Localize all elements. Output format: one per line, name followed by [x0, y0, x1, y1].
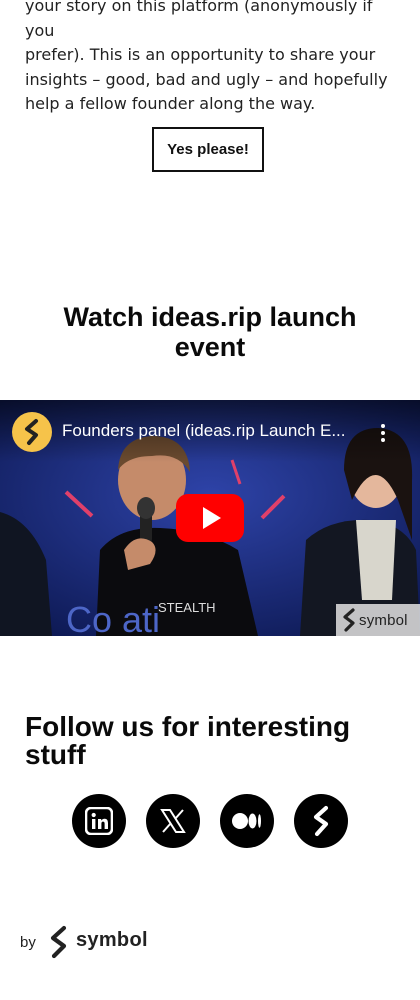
linkedin-link[interactable] [72, 794, 126, 848]
intro-line: prefer). This is an opportunity to share… [25, 45, 376, 64]
video-embed[interactable]: STEALTH Co ati Founders panel (ideas.rip… [0, 400, 420, 636]
symbol-logo-icon [25, 419, 38, 445]
social-links [72, 794, 352, 848]
video-title[interactable]: Founders panel (ideas.rip Launch E... [62, 421, 362, 441]
video-watermark: symbol [336, 604, 420, 636]
play-icon [203, 507, 221, 529]
linkedin-icon [85, 807, 113, 835]
footer-credit[interactable]: by symbol [20, 924, 220, 964]
shirt-text: STEALTH [158, 600, 216, 615]
symbol-logo-icon [50, 925, 67, 959]
footer-brand-text: symbol [76, 929, 148, 951]
medium-link[interactable] [220, 794, 274, 848]
follow-section-title: Follow us for interesting stuff [25, 711, 351, 770]
intro-line: help a fellow founder along the way. [25, 94, 316, 113]
play-button[interactable] [176, 494, 244, 542]
symbol-icon [313, 805, 329, 837]
channel-logo[interactable] [12, 412, 52, 452]
x-link[interactable] [146, 794, 200, 848]
footer-by-text: by [20, 934, 36, 951]
watch-section-title: Watch ideas.rip launch event [63, 302, 357, 362]
symbol-link[interactable] [294, 794, 348, 848]
medium-icon [232, 813, 261, 829]
intro-paragraph: your story on this platform (anonymously… [25, 0, 400, 123]
backdrop-text: Co ati [66, 599, 160, 636]
x-icon [160, 809, 186, 833]
intro-line: your story on this platform (anonymously… [25, 0, 373, 40]
symbol-logo-icon [343, 608, 355, 632]
more-options-icon[interactable] [377, 424, 389, 444]
watermark-text: symbol [359, 611, 408, 629]
intro-line: insights – good, bad and ugly – and hope… [25, 69, 388, 89]
yes-please-button[interactable]: Yes please! [152, 127, 264, 172]
